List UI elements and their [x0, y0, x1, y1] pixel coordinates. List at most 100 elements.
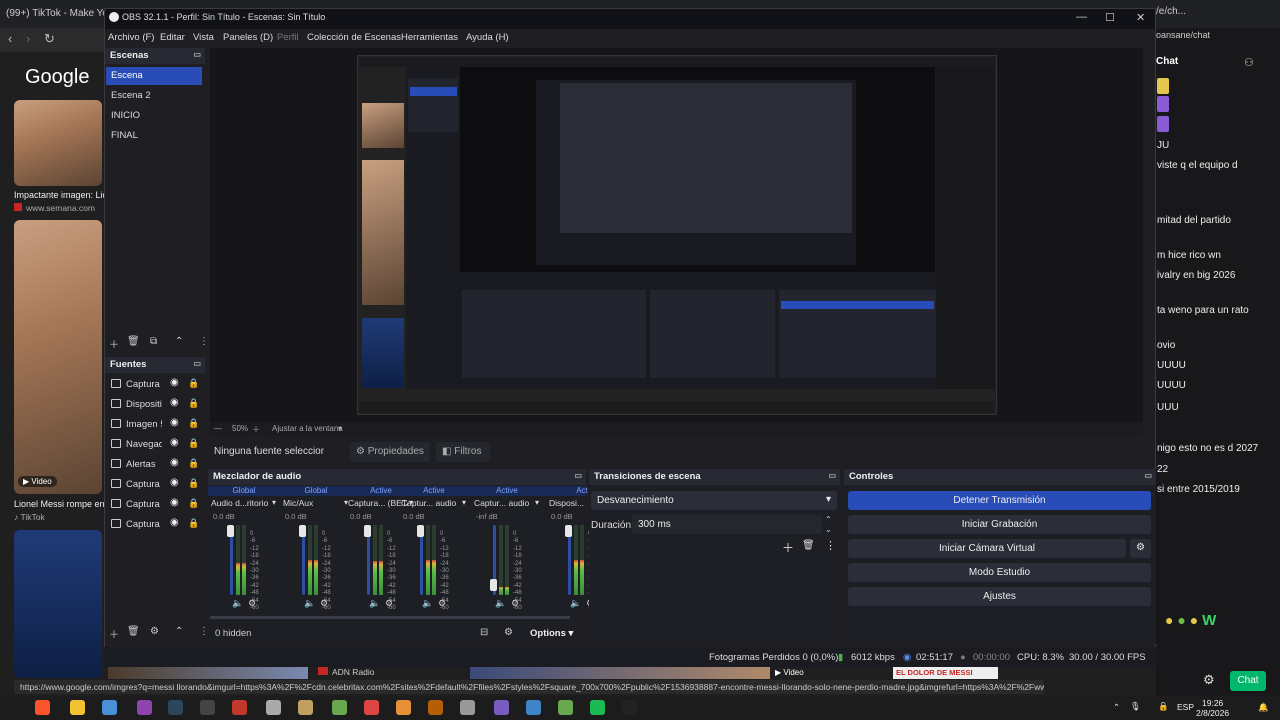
source-item[interactable]: Captura d ◉ 🔒	[106, 476, 204, 494]
language[interactable]: ESP	[1177, 702, 1194, 712]
mute-icon[interactable]: 🔈	[232, 598, 243, 609]
store-icon[interactable]	[526, 700, 541, 715]
source-item[interactable]: Captura d ◉ 🔒	[106, 496, 204, 514]
fader-knob[interactable]	[417, 525, 424, 537]
spin-down-icon[interactable]: ⌄	[825, 525, 832, 534]
spin-up-icon[interactable]: ⌃	[825, 515, 832, 524]
transition-select[interactable]: Desvanecimiento ▾	[591, 491, 837, 510]
fit-window-select[interactable]: Ajustar a la ventana	[272, 424, 343, 433]
obs-icon[interactable]	[622, 700, 637, 715]
scene-item[interactable]: Escena	[106, 67, 202, 85]
messenger-icon[interactable]	[137, 700, 152, 715]
google-logo[interactable]: Google	[25, 66, 90, 89]
back-icon[interactable]: ‹	[8, 31, 12, 46]
dock-float-icon[interactable]: ▭	[1144, 471, 1152, 480]
mute-icon[interactable]: 🔈	[570, 598, 581, 609]
source-item[interactable]: Dispositiv ◉ 🔒	[106, 396, 204, 414]
clock-time[interactable]: 19:26	[1202, 698, 1223, 708]
chrome-icon[interactable]	[364, 700, 379, 715]
eye-icon[interactable]: ◉	[170, 477, 179, 488]
fader-knob[interactable]	[227, 525, 234, 537]
explorer-icon[interactable]	[70, 700, 85, 715]
scene-item[interactable]: Escena 2	[106, 87, 202, 105]
chat-send-button[interactable]: Chat	[1230, 671, 1266, 691]
fader-knob[interactable]	[299, 525, 306, 537]
studio-mode-button[interactable]: Modo Estudio	[848, 563, 1151, 582]
mic-icon[interactable]: 🎙	[1130, 701, 1141, 712]
filters-button[interactable]: ◧ Filtros	[436, 442, 490, 462]
reload-icon[interactable]: ↻	[44, 31, 55, 47]
source-item[interactable]: Imagen 5 ◉ 🔒	[106, 416, 204, 434]
lock-icon[interactable]: 🔒	[188, 498, 199, 509]
maximize-icon[interactable]: ☐	[1105, 11, 1115, 24]
add-icon[interactable]: ＋	[782, 539, 794, 556]
mixer-scrollbar[interactable]	[210, 616, 570, 619]
mute-icon[interactable]: 🔈	[369, 598, 380, 609]
channel-settings-icon[interactable]: ⚙	[438, 598, 446, 609]
eye-icon[interactable]: ◉	[170, 517, 179, 528]
trash-icon[interactable]: 🗑	[802, 540, 815, 551]
menu-item[interactable]: Paneles (D)	[223, 32, 273, 43]
options-button[interactable]: Options ▾	[530, 628, 573, 639]
zoom-in-icon[interactable]: ＋	[252, 424, 260, 435]
source-item[interactable]: Navegado ◉ 🔒	[106, 436, 204, 454]
eye-icon[interactable]: ◉	[170, 417, 179, 428]
menu-item[interactable]: Vista	[193, 32, 214, 43]
eye-icon[interactable]: ◉	[170, 437, 179, 448]
game-icon[interactable]	[298, 700, 313, 715]
hidden-count[interactable]: 0 hidden	[215, 628, 251, 639]
close-icon[interactable]: ✕	[1136, 11, 1145, 24]
mute-icon[interactable]: 🔈	[495, 598, 506, 609]
add-icon[interactable]: ＋	[109, 626, 119, 641]
result-image-3[interactable]	[14, 530, 102, 678]
map-icon[interactable]	[332, 700, 347, 715]
lock-icon[interactable]: 🔒	[188, 518, 199, 529]
trash-icon[interactable]: 🗑	[127, 336, 140, 347]
terminal-icon[interactable]	[200, 700, 215, 715]
dock-float-icon[interactable]: ▭	[193, 50, 201, 59]
settings-icon[interactable]: ⚙	[1203, 672, 1215, 688]
zoom-out-icon[interactable]: —	[214, 424, 222, 433]
channel-settings-icon[interactable]: ⚙	[320, 598, 328, 609]
stop-streaming-button[interactable]: Detener Transmisión	[848, 491, 1151, 510]
up-icon[interactable]: ⌃	[175, 626, 183, 637]
scene-item[interactable]: INICIO	[106, 107, 202, 125]
brush-icon[interactable]	[428, 700, 443, 715]
lock-icon[interactable]: 🔒	[1158, 701, 1169, 712]
result-image-1[interactable]	[14, 100, 102, 186]
start-virtual-camera-button[interactable]: Iniciar Cámara Virtual	[848, 539, 1126, 558]
source-item[interactable]: Captura d ◉ 🔒	[106, 516, 204, 534]
notes-icon[interactable]	[494, 700, 509, 715]
result-image-2[interactable]	[14, 220, 102, 494]
dock-float-icon[interactable]: ▭	[828, 471, 836, 480]
source-item[interactable]: Captura d ◉ 🔒	[106, 376, 204, 394]
app-icon[interactable]	[460, 700, 475, 715]
eye-icon[interactable]: ◉	[170, 397, 179, 408]
menu-item[interactable]: Ayuda (H)	[466, 32, 509, 43]
trash-icon[interactable]: 🗑	[127, 626, 140, 637]
properties-button[interactable]: ⚙ Propiedades	[350, 442, 430, 462]
eye-icon[interactable]: ◉	[170, 457, 179, 468]
add-icon[interactable]: ＋	[109, 336, 119, 351]
lock-icon[interactable]: 🔒	[188, 398, 199, 409]
minecraft-icon[interactable]	[558, 700, 573, 715]
more-icon[interactable]: ⋮	[199, 336, 209, 347]
forward-icon[interactable]: ›	[26, 31, 30, 46]
layout-icon[interactable]: ⊟	[480, 627, 488, 638]
zoom-level[interactable]: 50%	[232, 424, 248, 433]
settings-icon[interactable]: ⚙	[504, 627, 513, 638]
notification-icon[interactable]: 🔔	[1258, 702, 1269, 713]
chevron-down-icon[interactable]: ▾	[338, 424, 342, 433]
browser-tab[interactable]: (99+) TikTok - Make Yo	[0, 4, 105, 26]
steam-icon[interactable]	[168, 700, 183, 715]
up-icon[interactable]: ⌃	[175, 336, 183, 347]
menu-item[interactable]: Archivo (F)	[108, 32, 154, 43]
users-icon[interactable]: ⚇	[1244, 56, 1254, 69]
menu-item[interactable]: Perfil	[277, 32, 299, 43]
lock-icon[interactable]: 🔒	[188, 458, 199, 469]
menu-item[interactable]: Editar	[160, 32, 185, 43]
virtual-camera-settings[interactable]: ⚙	[1130, 539, 1151, 558]
lock-icon[interactable]: 🔒	[188, 438, 199, 449]
dock-float-icon[interactable]: ▭	[574, 471, 582, 480]
pokeball-icon[interactable]	[232, 700, 247, 715]
